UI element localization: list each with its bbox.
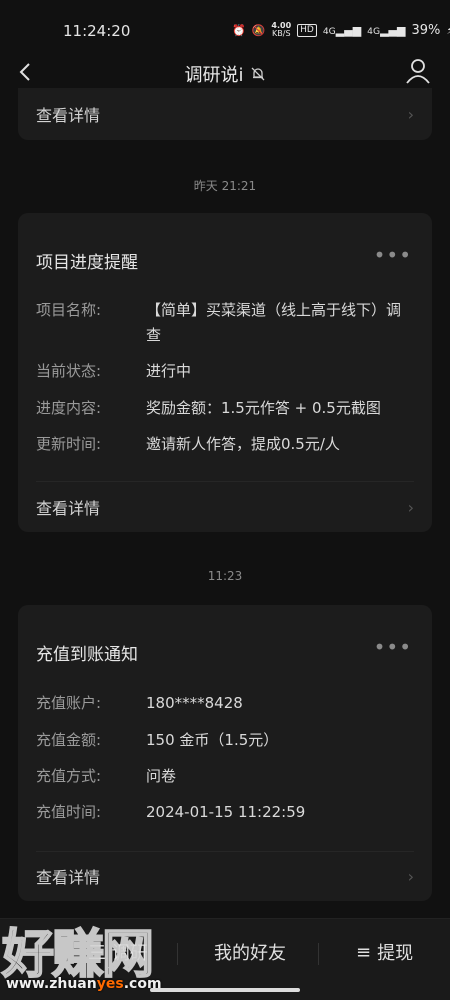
message-card-previous: 查看详情 › (18, 88, 432, 140)
page-title: 调研说i (184, 65, 244, 86)
more-icon[interactable]: ••• (374, 635, 412, 659)
menu-tab-friends[interactable]: 我的好友 (214, 939, 286, 965)
field-update-time: 更新时间: 邀请新人作答，提成0.5元/人 (36, 432, 414, 457)
battery-level: 39% (411, 22, 441, 38)
more-icon[interactable]: ••• (374, 243, 412, 267)
field-key: 充值账户: (36, 694, 102, 712)
view-details-link[interactable]: 查看详情 › (36, 856, 414, 896)
chevron-right-icon: › (407, 104, 414, 124)
field-account: 充值账户: 180****8428 (36, 691, 414, 716)
field-value: 问卷 (146, 767, 177, 785)
card-title: 项目进度提醒 (36, 253, 138, 273)
user-icon[interactable] (404, 57, 432, 85)
field-key: 项目名称: (36, 301, 102, 319)
net-speed-unit: KB/S (272, 29, 291, 38)
nav-title-wrap: 调研说i (184, 61, 265, 87)
field-key: 充值时间: (36, 803, 102, 821)
message-card-progress: 项目进度提醒 ••• 项目名称: 【简单】买菜渠道（线上高于线下）调查 当前状态… (18, 213, 432, 532)
chevron-right-icon: › (407, 866, 414, 886)
view-details-label: 查看详情 (36, 499, 101, 518)
divider (36, 481, 414, 482)
message-timestamp: 11:23 (207, 569, 243, 583)
view-details-label: 查看详情 (36, 868, 101, 887)
field-value: 2024-01-15 11:22:59 (146, 803, 306, 821)
menu-tab-withdraw-label: 提现 (377, 943, 414, 964)
menu-icon: ≡ (356, 941, 372, 963)
message-card-recharge: 充值到账通知 ••• 充值账户: 180****8428 充值金额: 150 金… (18, 605, 432, 901)
field-progress: 进度内容: 奖励金额：1.5元作答 + 0.5元截图 (36, 396, 414, 421)
field-key: 更新时间: (36, 435, 102, 453)
signal-1-label: 4G (322, 25, 336, 37)
field-project-name: 项目名称: 【简单】买菜渠道（线上高于线下）调查 (36, 298, 414, 348)
menu-tab-survey[interactable]: 三 调研 (88, 939, 148, 965)
field-value: 【简单】买菜渠道（线上高于线下）调查 (146, 301, 402, 344)
field-method: 充值方式: 问卷 (36, 764, 414, 789)
tab-separator (318, 943, 319, 965)
field-key: 进度内容: (36, 399, 102, 417)
field-key: 当前状态: (36, 362, 102, 380)
field-value: 180****8428 (146, 694, 243, 712)
net-speed: 4.00 KB/S (271, 22, 291, 38)
view-details-link[interactable]: 查看详情 › (36, 94, 414, 134)
home-indicator[interactable] (150, 988, 300, 992)
status-time: 11:24:20 (63, 22, 131, 40)
field-key: 充值方式: (36, 767, 102, 785)
view-details-label: 查看详情 (36, 106, 101, 125)
divider (36, 851, 414, 852)
field-value: 邀请新人作答，提成0.5元/人 (146, 435, 340, 453)
alarm-icon: ⏰ (232, 23, 246, 37)
field-amount: 充值金额: 150 金币（1.5元） (36, 728, 414, 753)
nav-title-container: 调研说i (0, 61, 450, 87)
tab-separator (177, 943, 178, 965)
field-value: 150 金币（1.5元） (146, 731, 279, 749)
field-key: 充值金额: (36, 731, 102, 749)
hd-badge: HD (297, 23, 317, 37)
mute-icon: 🔕 (251, 23, 266, 37)
signal-2: 4G▂▄▆ (367, 23, 406, 37)
field-time: 充值时间: 2024-01-15 11:22:59 (36, 800, 414, 825)
battery-icon: ⚡ (446, 24, 450, 37)
menu-tab-friends-label: 我的好友 (214, 943, 286, 964)
field-value: 进行中 (146, 362, 192, 380)
field-status: 当前状态: 进行中 (36, 359, 414, 384)
message-timestamp: 昨天 21:21 (193, 179, 257, 193)
field-value: 奖励金额：1.5元作答 + 0.5元截图 (146, 399, 381, 417)
card-title: 充值到账通知 (36, 645, 138, 665)
mute-bell-icon (251, 67, 264, 81)
menu-tab-survey-label: 三 调研 (88, 943, 148, 964)
menu-tab-withdraw[interactable]: ≡ 提现 (356, 939, 413, 965)
view-details-link[interactable]: 查看详情 › (36, 487, 414, 527)
signal-2-label: 4G (367, 25, 381, 37)
chevron-right-icon: › (407, 497, 414, 517)
signal-1: 4G▂▄▆ (322, 23, 362, 37)
status-icons: ⏰ 🔕 4.00 KB/S HD 4G▂▄▆ 4G▂▄▆ 39% ⚡ (232, 22, 450, 38)
